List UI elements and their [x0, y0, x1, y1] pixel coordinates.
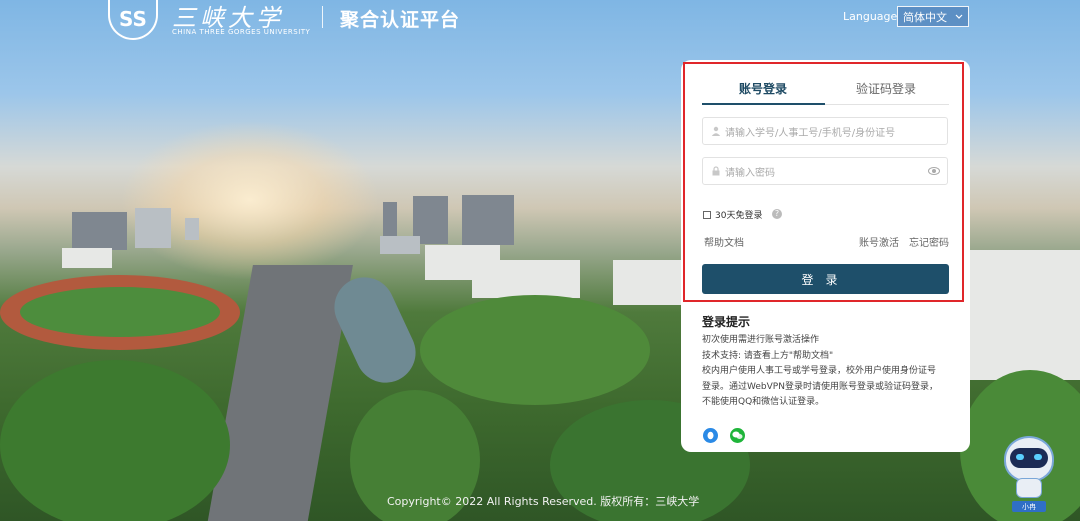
building [472, 260, 580, 298]
tab-active-indicator [702, 103, 825, 105]
tip-line: 登录。通过WebVPN登录时请使用账号登录或验证码登录， [702, 381, 938, 392]
help-doc-link[interactable]: 帮助文档 [704, 234, 744, 249]
sunlight-glow [120, 120, 380, 280]
tips-content: 初次使用需进行账号激活操作 技术支持: 请查看上方"帮助文档" 校内用户使用人事… [702, 333, 957, 411]
username-input[interactable]: 请输入学号/人事工号/手机号/身份证号 [702, 117, 948, 145]
login-button[interactable]: 登录 [702, 264, 949, 294]
header-divider [322, 6, 323, 28]
platform-title: 聚合认证平台 [340, 9, 461, 31]
lock-icon [712, 166, 720, 176]
chevron-down-icon [955, 14, 963, 19]
sports-field [20, 287, 220, 337]
tips-title: 登录提示 [702, 315, 751, 329]
forgot-password-link[interactable]: 忘记密码 [909, 234, 949, 249]
copyright-text: Copyright© 2022 All Rights Reserved. 版权所… [387, 495, 700, 508]
building [380, 236, 420, 254]
building [135, 208, 171, 248]
qq-icon[interactable] [703, 428, 718, 443]
building [970, 250, 1080, 380]
password-input[interactable]: 请输入密码 [702, 157, 948, 185]
tab-account-login[interactable]: 账号登录 [739, 80, 787, 97]
question-icon[interactable]: ? [772, 209, 782, 219]
tree-cluster [420, 295, 650, 405]
wechat-icon[interactable] [730, 428, 745, 443]
tree-cluster [0, 360, 230, 521]
building [462, 195, 514, 245]
tip-line: 校内用户使用人事工号或学号登录，校外用户使用身份证号 [702, 366, 937, 376]
building [185, 218, 199, 240]
language-select[interactable]: 简体中文 [897, 6, 969, 27]
tab-code-login[interactable]: 验证码登录 [856, 80, 916, 97]
school-name-en: CHINA THREE GORGES UNIVERSITY [172, 28, 311, 36]
language-label: Language [843, 10, 898, 23]
username-placeholder: 请输入学号/人事工号/手机号/身份证号 [725, 127, 896, 139]
building [72, 212, 127, 250]
robot-body [1016, 478, 1042, 498]
eye-off-icon[interactable] [928, 167, 940, 175]
building [613, 260, 681, 305]
activate-account-link[interactable]: 账号激活 [859, 234, 899, 249]
assistant-label[interactable]: 小冉 [1012, 501, 1046, 512]
language-selected-value: 简体中文 [903, 10, 947, 24]
password-placeholder: 请输入密码 [725, 167, 775, 179]
tip-line: 技术支持: 请查看上方"帮助文档" [702, 350, 834, 361]
remember-checkbox[interactable] [703, 210, 711, 219]
tip-line: 初次使用需进行账号激活操作 [702, 335, 820, 345]
remember-login[interactable]: 30天免登录 [703, 208, 762, 221]
user-icon [711, 126, 721, 136]
robot-eye [1034, 454, 1042, 460]
remember-label: 30天免登录 [715, 211, 763, 221]
robot-eye [1016, 454, 1024, 460]
logo-text: SS [119, 7, 147, 31]
building [62, 248, 112, 268]
tip-line: 不能使用QQ和微信认证登录。 [702, 397, 825, 407]
